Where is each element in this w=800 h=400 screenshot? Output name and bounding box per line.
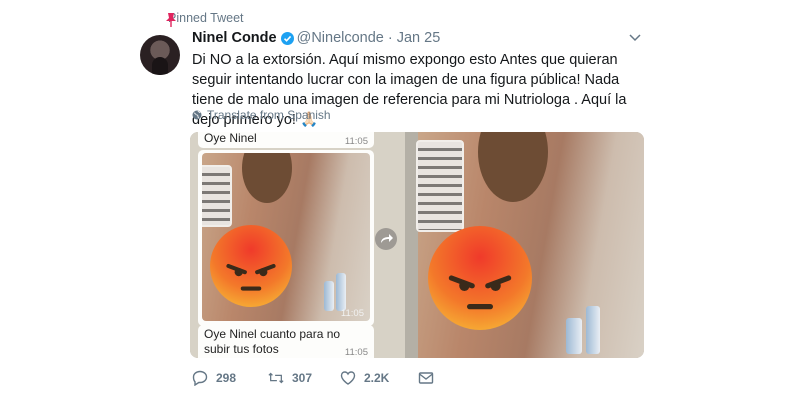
- display-name[interactable]: Ninel Conde: [192, 30, 277, 46]
- chevron-down-icon[interactable]: [629, 33, 641, 43]
- tweet-media[interactable]: Oye Ninel 11:05 11:05 Oye Ninel cuanto p…: [190, 132, 644, 358]
- envelope-icon: [418, 372, 434, 384]
- verified-badge-icon: [280, 31, 294, 45]
- chat-photo: 11:05: [202, 153, 370, 321]
- tweet-date[interactable]: Jan 25: [397, 30, 441, 46]
- chat-message-1: Oye Ninel 11:05: [198, 132, 374, 148]
- hair-shape: [478, 132, 548, 202]
- pinned-tweet-label: Pinned Tweet: [166, 11, 244, 27]
- main-photo[interactable]: [416, 132, 644, 358]
- heart-icon: [340, 371, 356, 385]
- chat-message-2-text: Oye Ninel cuanto para no subir tus fotos: [204, 327, 341, 356]
- angry-face-emoji: [210, 225, 292, 307]
- reply-count: 298: [216, 371, 237, 385]
- avatar[interactable]: [140, 35, 180, 75]
- pinned-text: Pinned Tweet: [168, 11, 244, 25]
- chat-message-2: Oye Ninel cuanto para no subir tus fotos…: [198, 325, 374, 358]
- bottle-shape: [336, 273, 346, 311]
- globe-icon: [192, 110, 202, 120]
- chat-photo-bubble: 11:05: [198, 150, 374, 326]
- chat-message-1-text: Oye Ninel: [204, 132, 257, 145]
- translate-link[interactable]: Translate from Spanish: [192, 108, 331, 122]
- like-count: 2.2K: [364, 371, 390, 385]
- chat-message-2-time: 11:05: [344, 347, 368, 358]
- direct-message-button[interactable]: [418, 370, 434, 386]
- like-button[interactable]: 2.2K: [340, 370, 418, 386]
- bottle-shape: [324, 281, 334, 311]
- retweet-count: 307: [292, 371, 313, 385]
- tweet-actions: 298 307 2.2K: [192, 370, 434, 386]
- phone-shape: [416, 140, 464, 232]
- hair-shape: [242, 153, 292, 203]
- bottle-shape: [586, 306, 600, 354]
- share-arrow-icon[interactable]: [375, 228, 397, 250]
- separator-dot: ·: [387, 30, 393, 46]
- chat-screenshot[interactable]: Oye Ninel 11:05 11:05 Oye Ninel cuanto p…: [190, 132, 405, 358]
- bottle-shape: [566, 318, 582, 354]
- pin-icon: [166, 13, 176, 27]
- reply-icon: [192, 370, 208, 386]
- retweet-button[interactable]: 307: [268, 370, 340, 386]
- user-handle[interactable]: @Ninelconde: [297, 30, 384, 46]
- phone-shape: [202, 165, 232, 227]
- angry-face-emoji: [428, 226, 532, 330]
- reply-button[interactable]: 298: [192, 370, 268, 386]
- chat-message-1-time: 11:05: [344, 136, 368, 147]
- translate-label[interactable]: Translate from Spanish: [207, 108, 331, 122]
- chat-photo-time: 11:05: [340, 308, 364, 319]
- tweet-header: Ninel Conde @Ninelconde · Jan 25: [192, 30, 440, 46]
- retweet-icon: [268, 372, 284, 384]
